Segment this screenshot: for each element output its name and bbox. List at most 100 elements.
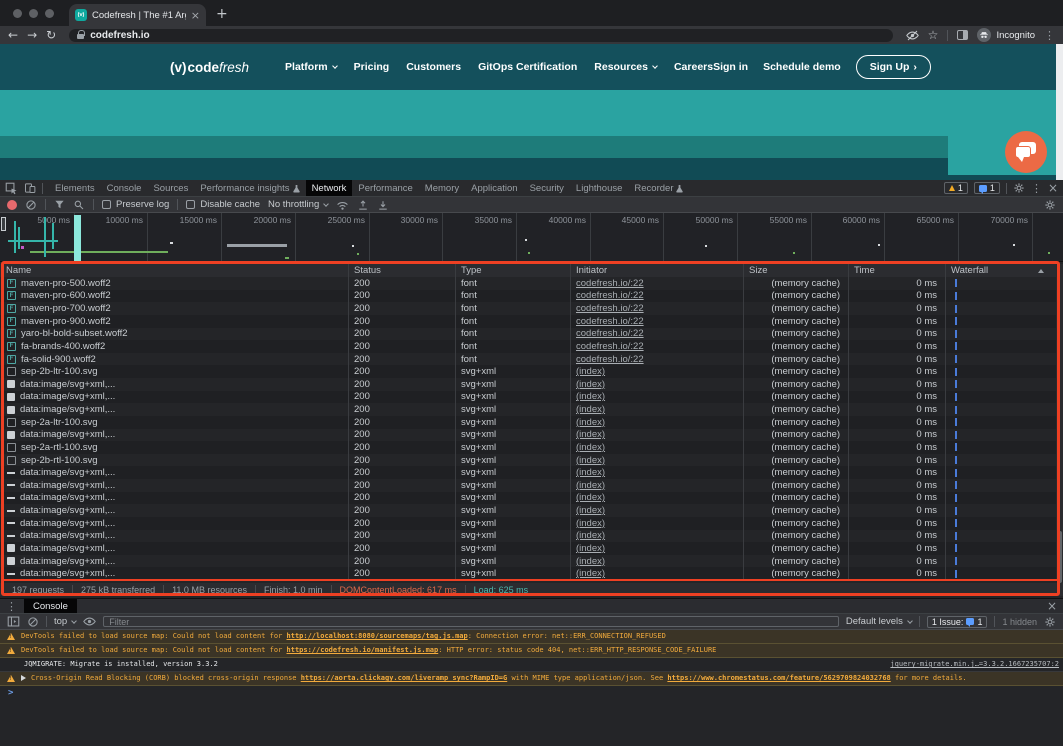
network-request-row[interactable]: data:image/svg+xml,...200svg+xml(index)(… xyxy=(0,429,1056,442)
column-header-type[interactable]: Type xyxy=(455,265,570,276)
devtools-tab-recorder[interactable]: Recorder xyxy=(628,180,689,196)
initiator-link[interactable]: codefresh.io/:22 xyxy=(576,303,644,314)
devtools-tab-application[interactable]: Application xyxy=(465,180,523,196)
back-button[interactable]: ← xyxy=(8,28,18,42)
initiator-link[interactable]: (index) xyxy=(576,404,605,415)
console-filter-input[interactable] xyxy=(103,616,839,627)
devtools-close-icon[interactable]: × xyxy=(1048,181,1058,195)
filter-funnel-icon[interactable] xyxy=(54,199,65,210)
network-request-row[interactable]: data:image/svg+xml,...200svg+xml(index)(… xyxy=(0,504,1056,517)
network-request-row[interactable]: Ffa-solid-900.woff2200fontcodefresh.io/:… xyxy=(0,353,1056,366)
tab-close-icon[interactable]: × xyxy=(191,9,200,22)
initiator-link[interactable]: (index) xyxy=(576,518,605,529)
codefresh-logo[interactable]: (v)codefresh xyxy=(170,60,249,75)
initiator-link[interactable]: (index) xyxy=(576,379,605,390)
network-request-row[interactable]: Fmaven-pro-900.woff2200fontcodefresh.io/… xyxy=(0,315,1056,328)
page-scrollbar[interactable] xyxy=(1056,44,1063,180)
console-link[interactable]: https://codefresh.io/manifest.js.map xyxy=(287,646,439,654)
device-toolbar-icon[interactable] xyxy=(24,182,36,194)
network-request-row[interactable]: Fyaro-bl-bold-subset.woff2200fontcodefre… xyxy=(0,328,1056,341)
devtools-tab-sources[interactable]: Sources xyxy=(147,180,194,196)
initiator-link[interactable]: (index) xyxy=(576,492,605,503)
nav-item-careers[interactable]: Careers xyxy=(674,61,713,73)
initiator-link[interactable]: (index) xyxy=(576,366,605,377)
initiator-link[interactable]: codefresh.io/:22 xyxy=(576,341,644,352)
network-request-row[interactable]: data:image/svg+xml,...200svg+xml(index)(… xyxy=(0,479,1056,492)
network-conditions-icon[interactable] xyxy=(336,199,349,211)
bookmark-star-icon[interactable]: ☆ xyxy=(928,28,939,42)
address-bar[interactable]: codefresh.io xyxy=(69,29,892,42)
preserve-log-checkbox[interactable]: Preserve log xyxy=(102,199,169,210)
live-expression-eye-icon[interactable] xyxy=(83,615,96,628)
devtools-tab-lighthouse[interactable]: Lighthouse xyxy=(570,180,628,196)
window-close-icon[interactable] xyxy=(13,9,22,18)
table-scrollbar[interactable] xyxy=(1056,264,1063,580)
console-message[interactable]: Cross-Origin Read Blocking (CORB) blocke… xyxy=(0,672,1063,686)
initiator-link[interactable]: codefresh.io/:22 xyxy=(576,278,644,289)
column-header-waterfall[interactable]: Waterfall xyxy=(945,265,1056,276)
initiator-link[interactable]: (index) xyxy=(576,480,605,491)
network-request-row[interactable]: data:image/svg+xml,...200svg+xml(index)(… xyxy=(0,517,1056,530)
console-message[interactable]: DevTools failed to load source map: Coul… xyxy=(0,644,1063,658)
initiator-link[interactable]: (index) xyxy=(576,568,605,579)
chat-widget-button[interactable] xyxy=(1005,131,1047,173)
network-request-row[interactable]: data:image/svg+xml,...200svg+xml(index)(… xyxy=(0,542,1056,555)
initiator-link[interactable]: (index) xyxy=(576,455,605,466)
network-request-row[interactable]: data:image/svg+xml,...200svg+xml(index)(… xyxy=(0,466,1056,479)
console-issues-badge[interactable]: 1 Issue: 1 xyxy=(927,616,988,628)
network-request-row[interactable]: data:image/svg+xml,...200svg+xml(index)(… xyxy=(0,391,1056,404)
devtools-tab-memory[interactable]: Memory xyxy=(419,180,465,196)
browser-menu-icon[interactable]: ⋮ xyxy=(1044,29,1055,42)
devtools-tab-network[interactable]: Network xyxy=(306,180,353,196)
devtools-settings-icon[interactable] xyxy=(1013,182,1025,194)
expand-arrow-icon[interactable] xyxy=(21,675,26,681)
column-header-size[interactable]: Size xyxy=(743,265,848,276)
console-link[interactable]: https://aorta.clickagy.com/liveramp_sync… xyxy=(301,674,508,682)
column-header-time[interactable]: Time xyxy=(848,265,945,276)
clear-network-icon[interactable] xyxy=(25,199,37,211)
console-link[interactable]: https://www.chromestatus.com/feature/562… xyxy=(667,674,890,682)
network-request-row[interactable]: sep-2b-ltr-100.svg200svg+xml(index)(memo… xyxy=(0,365,1056,378)
context-selector[interactable]: top xyxy=(54,616,76,627)
column-header-status[interactable]: Status xyxy=(348,265,455,276)
eye-off-icon[interactable] xyxy=(906,29,919,42)
initiator-link[interactable]: (index) xyxy=(576,442,605,453)
devtools-tab-performance[interactable]: Performance xyxy=(352,180,418,196)
devtools-tab-elements[interactable]: Elements xyxy=(49,180,101,196)
schedule-demo-link[interactable]: Schedule demo xyxy=(763,61,841,73)
network-request-row[interactable]: sep-2a-ltr-100.svg200svg+xml(index)(memo… xyxy=(0,416,1056,429)
warnings-badge[interactable]: 1 xyxy=(944,182,968,194)
reload-button[interactable]: ↻ xyxy=(46,28,56,42)
network-overview-timeline[interactable]: 5000 ms10000 ms15000 ms20000 ms25000 ms3… xyxy=(0,213,1063,262)
forward-button[interactable]: → xyxy=(27,28,37,42)
console-link[interactable]: http://localhost:8080/sourcemaps/tag.js.… xyxy=(287,632,468,640)
nav-item-platform[interactable]: Platform xyxy=(285,61,337,73)
devtools-menu-icon[interactable]: ⋮ xyxy=(1031,182,1042,195)
disable-cache-checkbox[interactable]: Disable cache xyxy=(186,199,260,210)
log-levels-select[interactable]: Default levels xyxy=(846,616,912,627)
window-minimize-icon[interactable] xyxy=(29,9,38,18)
network-request-row[interactable]: sep-2a-rtl-100.svg200svg+xml(index)(memo… xyxy=(0,441,1056,454)
sign-up-button[interactable]: Sign Up › xyxy=(856,55,931,79)
browser-tab[interactable]: (v) Codefresh | The #1 Argo and G × xyxy=(69,4,206,26)
initiator-link[interactable]: (index) xyxy=(576,467,605,478)
sign-in-link[interactable]: Sign in xyxy=(713,61,748,73)
initiator-link[interactable]: (index) xyxy=(576,429,605,440)
initiator-link[interactable]: codefresh.io/:22 xyxy=(576,354,644,365)
drawer-close-icon[interactable]: × xyxy=(1047,599,1057,613)
nav-item-customers[interactable]: Customers xyxy=(406,61,461,73)
export-har-icon[interactable] xyxy=(377,199,389,211)
nav-item-pricing[interactable]: Pricing xyxy=(354,61,390,73)
drawer-menu-icon[interactable]: ⋮ xyxy=(6,600,17,613)
window-zoom-icon[interactable] xyxy=(45,9,54,18)
window-controls[interactable] xyxy=(13,9,54,18)
clear-console-icon[interactable] xyxy=(27,616,39,628)
column-header-name[interactable]: Name xyxy=(0,265,348,276)
record-button[interactable] xyxy=(7,200,17,210)
initiator-link[interactable]: codefresh.io/:22 xyxy=(576,328,644,339)
devtools-tab-performance-insights[interactable]: Performance insights xyxy=(194,180,305,196)
column-header-initiator[interactable]: Initiator xyxy=(570,265,743,276)
network-request-row[interactable]: data:image/svg+xml,...200svg+xml(index)(… xyxy=(0,530,1056,543)
console-source-link[interactable]: jquery-migrate.min.j…=3.3.2.1667235707:2 xyxy=(880,658,1059,671)
console-message[interactable]: JQMIGRATE: Migrate is installed, version… xyxy=(0,658,1063,672)
